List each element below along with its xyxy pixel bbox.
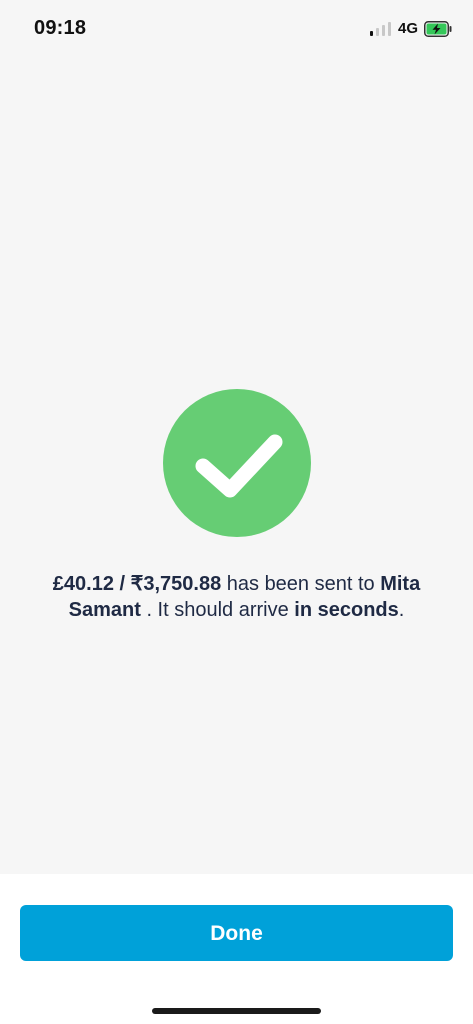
arrival-time: in seconds	[294, 599, 399, 621]
status-time: 09:18	[34, 17, 87, 39]
success-badge	[163, 389, 311, 537]
footer-panel: Done	[0, 874, 473, 1024]
transfer-confirmation-message: £40.12 / ₹3,750.88 has been sent to Mita…	[40, 571, 433, 623]
network-type-label: 4G	[398, 20, 419, 37]
home-indicator[interactable]	[152, 1008, 321, 1014]
signal-strength-icon	[370, 22, 394, 36]
status-bar: 09:18 4G	[0, 0, 473, 56]
transfer-amount: £40.12 / ₹3,750.88	[52, 573, 222, 595]
done-button[interactable]: Done	[20, 905, 453, 961]
arrival-prefix-text: . It should arrive	[140, 599, 295, 621]
sent-to-text: has been sent to	[221, 573, 381, 595]
confirmation-screen: £40.12 / ₹3,750.88 has been sent to Mita…	[0, 56, 473, 874]
arrival-suffix-text: .	[398, 599, 405, 621]
battery-charging-icon	[424, 21, 452, 37]
checkmark-icon	[195, 434, 283, 498]
